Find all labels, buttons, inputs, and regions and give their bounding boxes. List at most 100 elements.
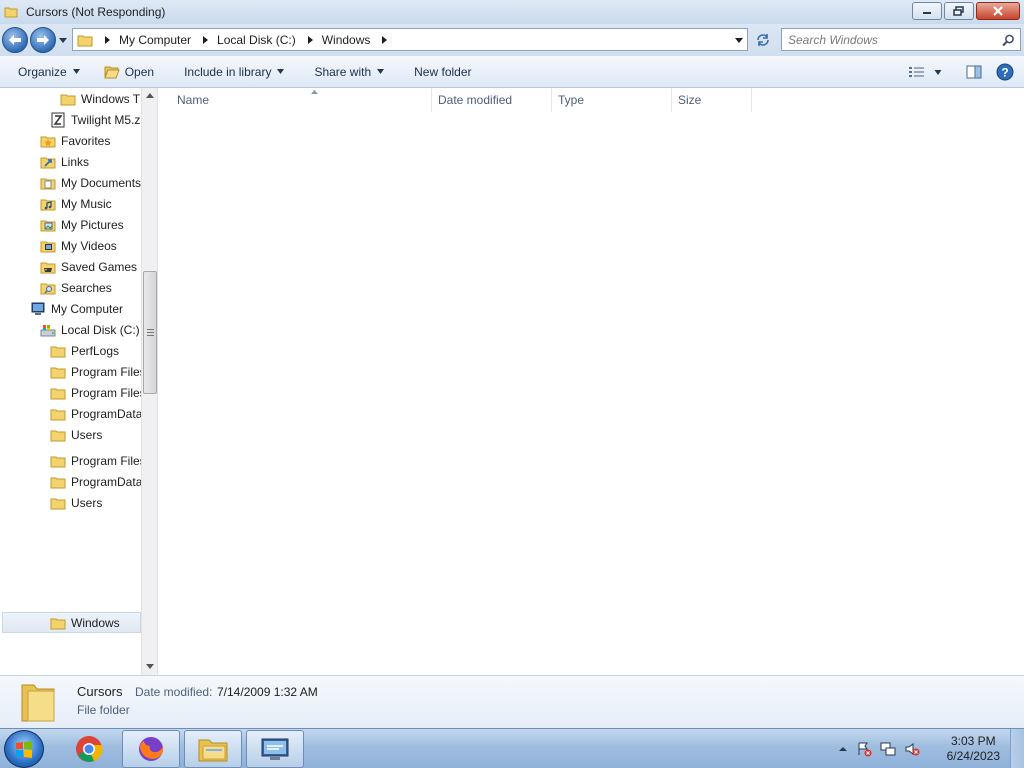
- folder-icon: [50, 346, 66, 357]
- tree-item-saved-games[interactable]: Saved Games: [40, 256, 137, 277]
- tree-item-windows[interactable]: Windows: [2, 612, 141, 633]
- scroll-up-icon[interactable]: [146, 92, 154, 100]
- tree-item-label: Links: [61, 154, 90, 169]
- tree-item-programdata-2[interactable]: ProgramData: [50, 471, 141, 492]
- forward-arrow-icon: [37, 35, 49, 45]
- navigation-pane: Windows T Twilight M5.z Favorites Links …: [0, 88, 158, 675]
- file-list[interactable]: Name Date modified Type Size: [158, 88, 1024, 675]
- help-glyph: ?: [1001, 66, 1008, 80]
- taskbar-firefox[interactable]: [122, 730, 180, 768]
- chevron-right-icon[interactable]: [380, 35, 388, 44]
- saved-games-folder-icon: [40, 262, 56, 273]
- clock[interactable]: 3:03 PM 6/24/2023: [947, 734, 1000, 764]
- network-icon[interactable]: [880, 741, 896, 757]
- include-in-library-label: Include in library: [184, 64, 272, 79]
- column-header-name[interactable]: Name: [171, 88, 432, 112]
- tree-item-label: My Documents: [61, 175, 141, 190]
- tree-item-my-computer[interactable]: My Computer: [30, 298, 123, 319]
- action-center-alert-icon[interactable]: [856, 741, 872, 757]
- tree-item-users[interactable]: Users: [50, 424, 102, 445]
- search-input[interactable]: [788, 32, 988, 47]
- scroll-down-icon[interactable]: [146, 662, 154, 670]
- tree-item-my-documents[interactable]: My Documents: [40, 172, 141, 193]
- start-button[interactable]: [4, 730, 44, 768]
- minimize-icon: [923, 12, 931, 14]
- taskbar: 3:03 PM 6/24/2023: [0, 728, 1024, 768]
- navigation-scrollbar[interactable]: [141, 88, 157, 675]
- folder-icon: [60, 94, 76, 105]
- column-header-label: Type: [558, 93, 585, 107]
- tree-item-label: Windows T: [81, 91, 141, 106]
- taskbar-chrome[interactable]: [60, 730, 118, 768]
- new-folder-button[interactable]: New folder: [406, 60, 479, 84]
- back-button[interactable]: [2, 27, 28, 53]
- forward-button[interactable]: [30, 27, 56, 53]
- tree-item-windows-t[interactable]: Windows T: [60, 88, 140, 109]
- show-hidden-icons-icon[interactable]: [838, 741, 848, 757]
- search-box[interactable]: [781, 28, 1021, 51]
- address-bar[interactable]: My Computer Local Disk (C:) Windows: [72, 28, 748, 51]
- grip-icon: [147, 329, 154, 336]
- recent-pages-dropdown-icon[interactable]: [58, 35, 68, 45]
- volume-muted-icon[interactable]: [904, 741, 920, 757]
- date-modified-value: 7/14/2009 1:32 AM: [217, 685, 318, 699]
- chevron-down-icon[interactable]: [934, 69, 942, 75]
- tree-item-my-music[interactable]: My Music: [40, 193, 112, 214]
- include-in-library-button[interactable]: Include in library: [176, 60, 292, 84]
- help-button[interactable]: ?: [996, 60, 1014, 84]
- breadcrumb-local-disk[interactable]: Local Disk (C:): [191, 33, 296, 47]
- show-desktop-button[interactable]: [1010, 729, 1024, 768]
- scrollbar-thumb[interactable]: [143, 271, 157, 394]
- taskbar-remote-desktop[interactable]: [246, 730, 304, 768]
- address-row: My Computer Local Disk (C:) Windows: [0, 24, 1024, 56]
- open-folder-icon: [103, 66, 120, 78]
- tree-item-programdata[interactable]: ProgramData: [50, 403, 141, 424]
- tree-item-label: Twilight M5.z: [71, 112, 141, 127]
- back-arrow-icon: [9, 35, 21, 45]
- tree-item-program-files-2[interactable]: Program Files: [50, 450, 141, 471]
- tree-item-perflogs[interactable]: PerfLogs: [50, 340, 119, 361]
- new-folder-label: New folder: [414, 64, 472, 79]
- open-button[interactable]: Open: [96, 60, 162, 84]
- organize-button[interactable]: Organize: [10, 60, 88, 84]
- preview-pane-button[interactable]: [966, 60, 982, 84]
- tree-item-favorites[interactable]: Favorites: [40, 130, 110, 151]
- column-header-type[interactable]: Type: [552, 88, 672, 112]
- tree-item-searches[interactable]: Searches: [40, 277, 112, 298]
- open-label: Open: [124, 64, 155, 79]
- refresh-button[interactable]: [752, 29, 774, 50]
- tree-item-links[interactable]: Links: [40, 151, 89, 172]
- pictures-folder-icon: [40, 220, 56, 231]
- documents-folder-icon: [40, 178, 56, 189]
- restore-button[interactable]: [944, 2, 974, 20]
- minimize-button[interactable]: [912, 2, 942, 20]
- folder-icon: [77, 35, 93, 46]
- taskbar-file-explorer[interactable]: [184, 730, 242, 768]
- close-button[interactable]: [976, 2, 1020, 20]
- tree-item-program-files[interactable]: Program Files: [50, 361, 141, 382]
- chevron-right-icon: [105, 35, 110, 44]
- tree-item-my-pictures[interactable]: My Pictures: [40, 214, 124, 235]
- title-bar: Cursors (Not Responding): [0, 0, 1024, 24]
- share-with-button[interactable]: Share with: [306, 60, 392, 84]
- column-header-date-modified[interactable]: Date modified: [432, 88, 552, 112]
- organize-label: Organize: [18, 64, 67, 79]
- tree-item-users-2[interactable]: Users: [50, 492, 102, 513]
- details-pane: Cursors Date modified: 7/14/2009 1:32 AM…: [0, 675, 1024, 728]
- folder-icon: [50, 456, 66, 467]
- breadcrumb-my-computer[interactable]: My Computer: [93, 33, 191, 47]
- change-view-button[interactable]: [908, 60, 942, 84]
- search-icon[interactable]: [1002, 34, 1015, 47]
- clock-date: 6/24/2023: [946, 749, 1000, 763]
- tree-item-my-videos[interactable]: My Videos: [40, 235, 117, 256]
- tree-item-twilight-zip[interactable]: Twilight M5.z: [50, 109, 140, 130]
- tree-item-program-files-x86[interactable]: Program Files: [50, 382, 141, 403]
- tree-item-label: Program Files: [71, 453, 141, 468]
- tree-item-label: Users: [71, 427, 103, 442]
- breadcrumb-windows[interactable]: Windows: [296, 33, 397, 47]
- tree-item-local-disk[interactable]: Local Disk (C:): [40, 319, 140, 340]
- address-history-dropdown-icon[interactable]: [735, 36, 743, 44]
- column-header-size[interactable]: Size: [672, 88, 752, 112]
- tree-item-label: Saved Games: [61, 259, 138, 274]
- sort-ascending-icon: [311, 90, 318, 94]
